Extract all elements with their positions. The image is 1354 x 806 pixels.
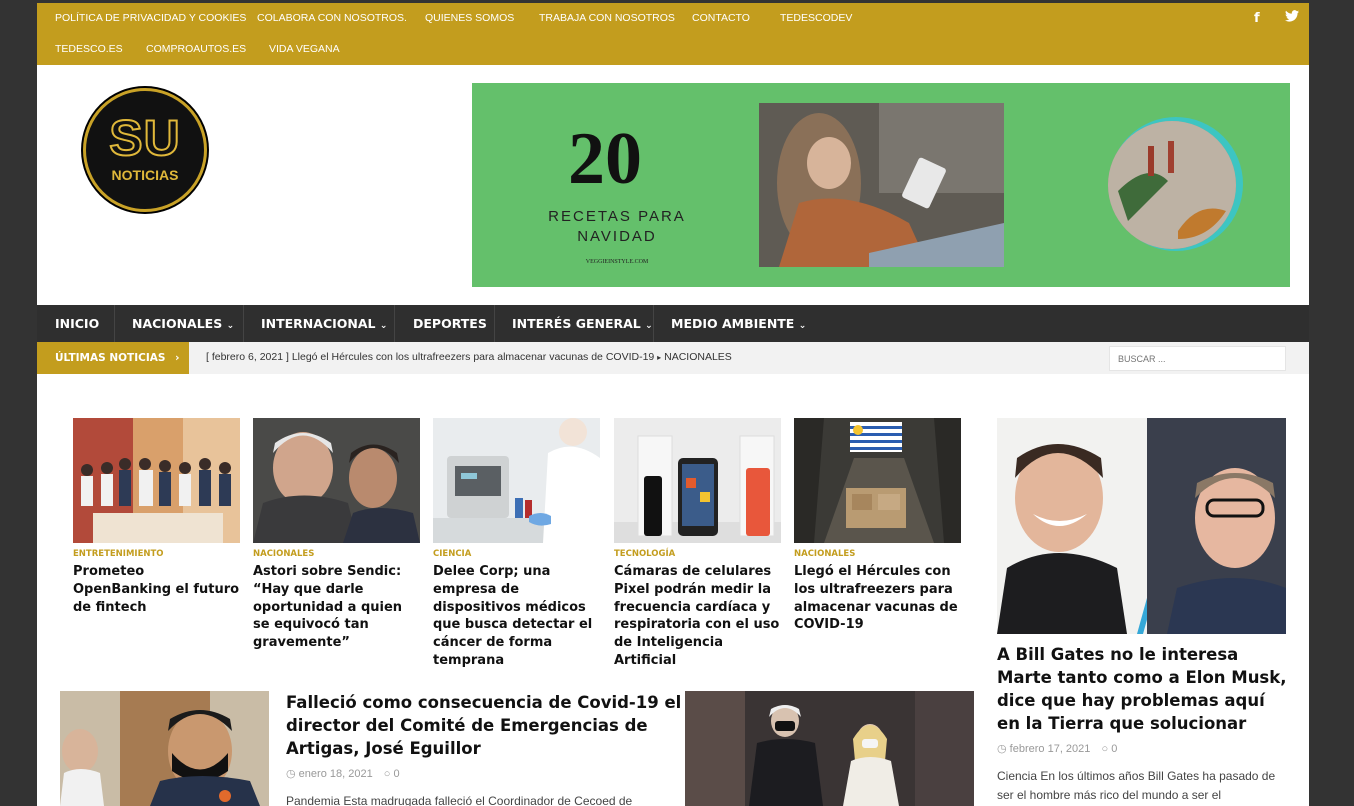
article-title[interactable]: Falleció como consecuencia de Covid-19 e… [286, 691, 686, 760]
search-input[interactable] [1109, 346, 1286, 371]
banner-number: 20 [568, 118, 642, 200]
nav-label: INTERNACIONAL [261, 316, 376, 331]
top-link-privacy[interactable]: POLÍTICA DE PRIVACIDAD Y COOKIES [55, 12, 246, 24]
article-title[interactable]: Llegó el Hércules con los ultrafreezers … [794, 563, 961, 634]
article-title[interactable]: Astori sobre Sendic: “Hay que darle opor… [253, 563, 420, 652]
article-thumbnail[interactable] [253, 418, 420, 543]
top-link-comproautos[interactable]: COMPROAUTOS.ES [146, 43, 246, 55]
article-card[interactable]: TECNOLOGÍA Cámaras de celulares Pixel po… [614, 418, 781, 670]
chevron-right-icon: › [175, 352, 180, 364]
article-category[interactable]: CIENCIA [433, 549, 600, 559]
article-category[interactable]: NACIONALES [253, 549, 420, 559]
ticker-item[interactable]: [ febrero 6, 2021 ] Llegó el Hércules co… [206, 351, 732, 363]
top-link-quienes-somos[interactable]: QUIENES SOMOS [425, 12, 514, 24]
page: POLÍTICA DE PRIVACIDAD Y COOKIES COLABOR… [37, 3, 1309, 806]
nav-item-interes-general[interactable]: INTERÉS GENERAL ⌄ [512, 305, 653, 342]
article-category[interactable]: TECNOLOGÍA [614, 549, 781, 559]
article-thumbnail[interactable] [433, 418, 600, 543]
nav-label: MEDIO AMBIENTE [671, 316, 795, 331]
article-excerpt: Pandemia Esta madrugada falleció el Coor… [286, 794, 633, 806]
clock-icon: ◷ [286, 768, 296, 780]
article-thumbnail[interactable] [60, 691, 269, 806]
featured-excerpt: Ciencia En los últimos años Bill Gates h… [997, 769, 1276, 802]
logo-su-text: SU [108, 109, 181, 167]
ticker-category[interactable]: NACIONALES [664, 351, 732, 363]
ad-banner[interactable]: 20 RECETAS PARA NAVIDAD VEGGIEINSTYLE.CO… [472, 83, 1290, 287]
article-thumbnail[interactable] [73, 418, 240, 543]
featured-date: febrero 17, 2021 [1009, 743, 1091, 755]
ticker-label: ÚLTIMAS NOTICIAS › [37, 342, 189, 374]
main-nav: INICIO NACIONALES ⌄ INTERNACIONAL ⌄ DEPO… [37, 305, 1309, 342]
news-ticker: ÚLTIMAS NOTICIAS › [ febrero 6, 2021 ] L… [37, 342, 1309, 374]
top-link-tedescodev[interactable]: TEDESCODEV [780, 12, 852, 24]
top-bar: POLÍTICA DE PRIVACIDAD Y COOKIES COLABOR… [37, 3, 1309, 65]
top-link-tedesco[interactable]: TEDESCO.ES [55, 43, 123, 55]
nav-item-nacionales[interactable]: NACIONALES ⌄ [132, 305, 234, 342]
top-link-trabaja[interactable]: TRABAJA CON NOSOTROS [539, 12, 675, 24]
article-category[interactable]: ENTRETENIMIENTO [73, 549, 240, 559]
article-card[interactable]: CIENCIA Delee Corp; una empresa de dispo… [433, 418, 600, 670]
nav-label: NACIONALES [132, 316, 223, 331]
clock-icon: ◷ [997, 743, 1007, 755]
twitter-icon[interactable] [1285, 10, 1299, 26]
featured-title[interactable]: A Bill Gates no le interesa Marte tanto … [997, 643, 1287, 735]
article-thumbnail[interactable] [794, 418, 961, 543]
chevron-down-icon: ⌄ [379, 321, 388, 331]
article-title[interactable]: Delee Corp; una empresa de dispositivos … [433, 563, 600, 670]
site-logo[interactable]: SU NOTICIAS [83, 88, 207, 212]
triangle-right-icon: ▸ [657, 353, 662, 362]
article-card[interactable]: ENTRETENIMIENTO Prometeo OpenBanking el … [73, 418, 240, 616]
logo-noticias-text: NOTICIAS [111, 167, 179, 183]
article-title[interactable]: Prometeo OpenBanking el futuro de fintec… [73, 563, 240, 616]
article-thumbnail[interactable] [614, 418, 781, 543]
top-link-vida-vegana[interactable]: VIDA VEGANA [269, 43, 340, 55]
comment-icon: ○ [1101, 743, 1109, 755]
banner-text: RECETAS PARA NAVIDAD [548, 208, 686, 245]
banner-photo [759, 103, 1004, 267]
article-category[interactable]: NACIONALES [794, 549, 961, 559]
featured-meta: ◷ febrero 17, 2021 ○ 0 [997, 742, 1117, 755]
article-card[interactable]: NACIONALES Llegó el Hércules con los ult… [794, 418, 961, 634]
ticker-label-text: ÚLTIMAS NOTICIAS [55, 352, 166, 364]
article-meta: ◷ enero 18, 2021 ○ 0 [286, 767, 400, 780]
article-comments[interactable]: 0 [393, 768, 399, 780]
nav-item-medio-ambiente[interactable]: MEDIO AMBIENTE ⌄ [671, 305, 806, 342]
nav-item-inicio[interactable]: INICIO [55, 305, 99, 342]
chevron-down-icon: ⌄ [645, 321, 653, 331]
chevron-down-icon: ⌄ [798, 321, 807, 331]
ticker-headline[interactable]: Llegó el Hércules con los ultrafreezers … [292, 351, 654, 363]
nav-item-internacional[interactable]: INTERNACIONAL ⌄ [261, 305, 387, 342]
facebook-icon[interactable]: f [1254, 11, 1260, 26]
chevron-down-icon: ⌄ [226, 321, 235, 331]
article-thumbnail[interactable] [685, 691, 974, 806]
top-link-colabora[interactable]: COLABORA CON NOSOTROS. [257, 12, 407, 24]
nav-label: INTERÉS GENERAL [512, 316, 641, 331]
article-card[interactable]: NACIONALES Astori sobre Sendic: “Hay que… [253, 418, 420, 652]
featured-image[interactable] [997, 418, 1286, 634]
featured-comments[interactable]: 0 [1111, 743, 1117, 755]
ticker-date: [ febrero 6, 2021 ] [206, 351, 289, 363]
comment-icon: ○ [383, 768, 391, 780]
banner-url: VEGGIEINSTYLE.COM [585, 259, 649, 265]
article-title[interactable]: Cámaras de celulares Pixel podrán medir … [614, 563, 781, 670]
nav-item-deportes[interactable]: DEPORTES [413, 305, 487, 342]
article-date: enero 18, 2021 [298, 768, 373, 780]
banner-circle-photo [1108, 121, 1236, 249]
top-link-contacto[interactable]: CONTACTO [692, 12, 750, 24]
